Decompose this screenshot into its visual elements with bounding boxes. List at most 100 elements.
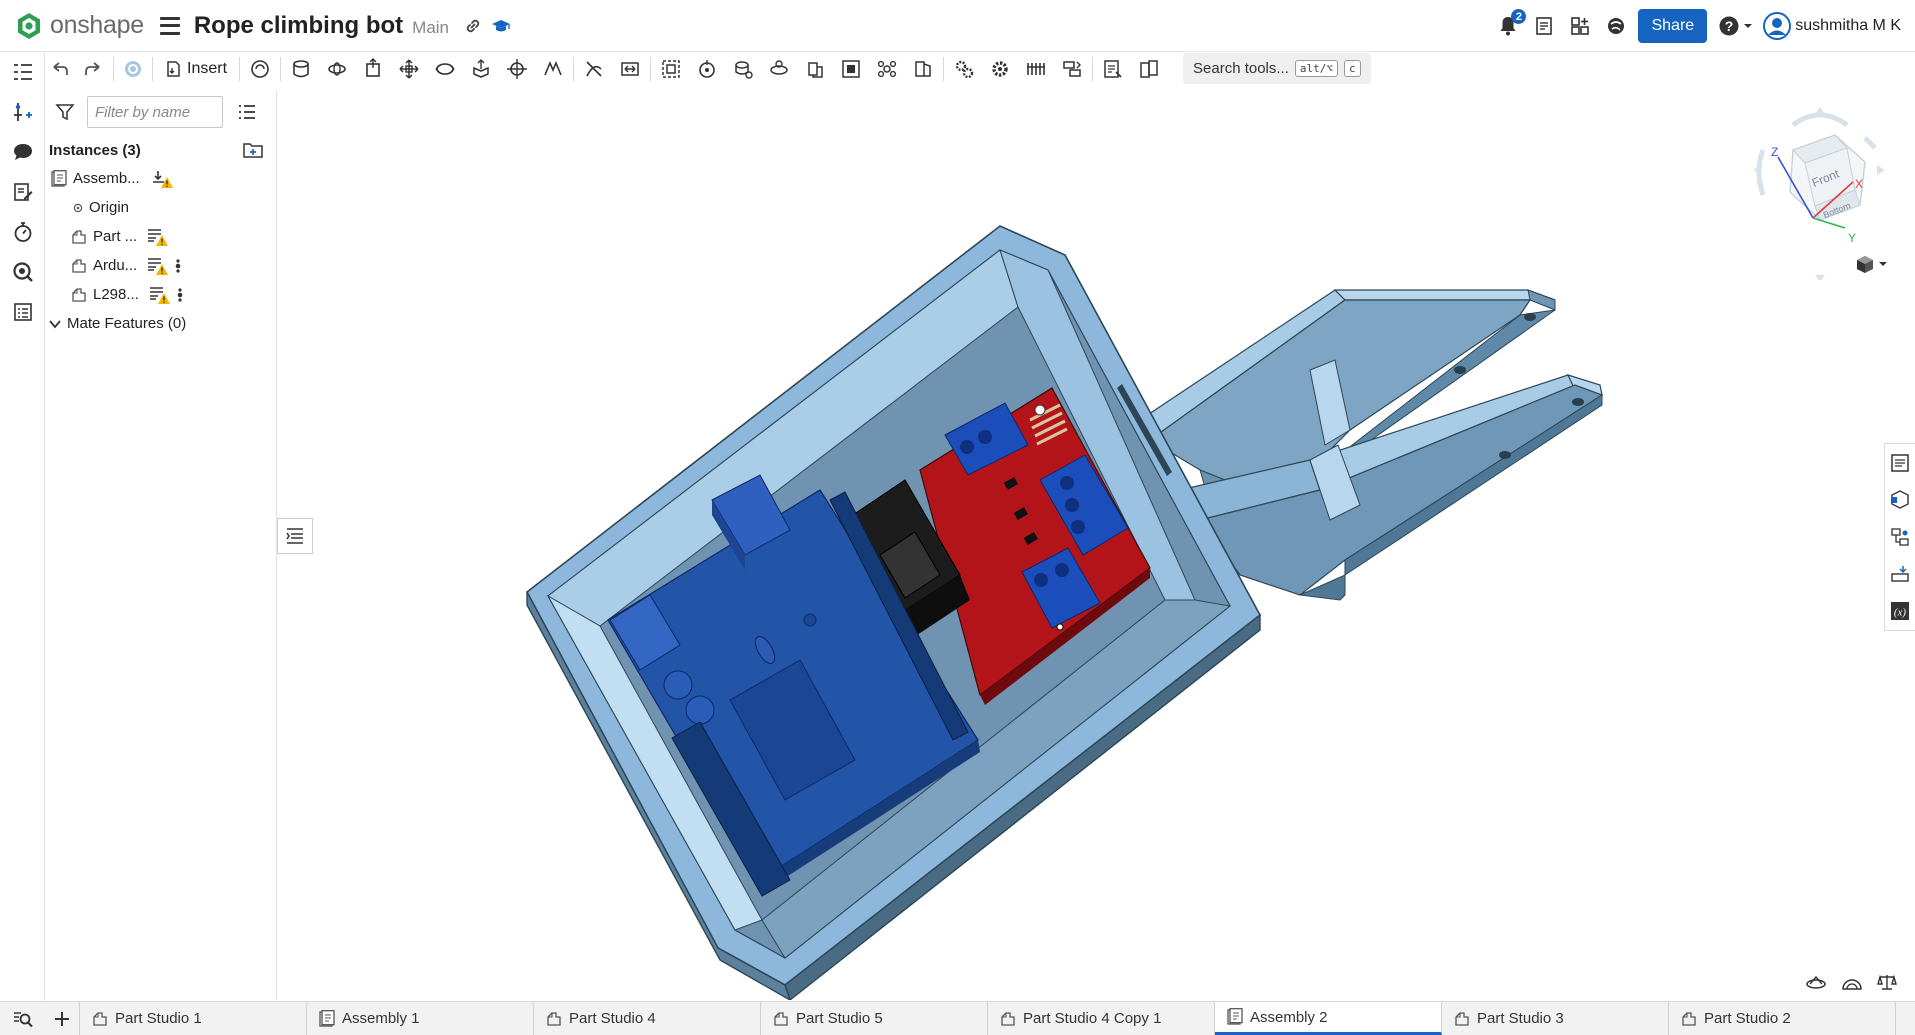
toolbar-divider xyxy=(113,56,114,81)
tab-part-studio-4-copy-1[interactable]: Part Studio 4 Copy 1 xyxy=(988,1002,1215,1035)
mate-connector-button[interactable] xyxy=(689,53,725,85)
help-menu-button[interactable]: ? xyxy=(1715,12,1755,40)
graphics-viewport[interactable]: Front Bottom Z X Y xyxy=(277,90,1915,1000)
insert-button[interactable]: Insert xyxy=(155,53,237,85)
properties-panel-button[interactable] xyxy=(0,292,45,332)
fastened-mate-button[interactable] xyxy=(283,53,319,85)
help-icon: ? xyxy=(1719,16,1739,36)
appearance-button[interactable] xyxy=(1885,481,1915,518)
fastened-mate-icon xyxy=(293,59,309,77)
instance-row-part[interactable]: Part ... xyxy=(45,222,276,251)
measure-tool-icon[interactable] xyxy=(1805,973,1827,991)
instance-row-origin[interactable]: Origin xyxy=(45,193,276,222)
slider-mate-button[interactable] xyxy=(355,53,391,85)
mate-tree-button[interactable] xyxy=(1885,518,1915,555)
inspection-button[interactable] xyxy=(0,252,45,292)
properties-button[interactable] xyxy=(1885,444,1915,481)
tab-search-button[interactable] xyxy=(0,1002,45,1035)
named-positions-button[interactable] xyxy=(905,53,941,85)
mass-properties-icon[interactable] xyxy=(1877,973,1897,991)
tab-part-studio-5[interactable]: Part Studio 5 xyxy=(761,1002,988,1035)
gear-button[interactable] xyxy=(982,53,1018,85)
bom-button[interactable] xyxy=(1095,53,1131,85)
insert-mates-button[interactable] xyxy=(0,92,45,132)
tab-part-studio-4[interactable]: Part Studio 4 xyxy=(534,1002,761,1035)
feature-list-button[interactable] xyxy=(0,52,45,92)
tab-part-studio-2[interactable]: Part Studio 2 xyxy=(1669,1002,1896,1035)
replicate-button[interactable] xyxy=(242,53,278,85)
revolute-mate-icon xyxy=(328,61,346,76)
width-mate-icon xyxy=(621,61,639,76)
search-tools-input[interactable]: Search tools... alt/⌥ c xyxy=(1183,53,1371,84)
document-title[interactable]: Rope climbing bot xyxy=(194,12,403,40)
onshape-logo[interactable]: onshape xyxy=(14,11,144,41)
linear-relation-icon xyxy=(842,59,860,78)
configuration-button[interactable] xyxy=(1131,53,1167,85)
animation-button[interactable] xyxy=(0,212,45,252)
inspect-icon xyxy=(12,262,33,282)
group-icon xyxy=(662,59,680,78)
replace-button[interactable] xyxy=(1054,53,1090,85)
planar-mate-button[interactable] xyxy=(391,53,427,85)
filter-icon[interactable] xyxy=(55,102,75,122)
instance-status xyxy=(147,227,169,247)
tab-part-studio-1[interactable]: Part Studio 1 xyxy=(80,1002,307,1035)
view-cube[interactable]: Front Bottom Z X Y xyxy=(1735,100,1905,280)
pin-slot-mate-button[interactable] xyxy=(463,53,499,85)
linear-relation-button[interactable] xyxy=(833,53,869,85)
gear-relation-button[interactable] xyxy=(725,53,761,85)
exploded-view-button[interactable] xyxy=(1885,555,1915,592)
axis-z-label: Z xyxy=(1771,145,1778,159)
tab-assembly-1[interactable]: Assembly 1 xyxy=(307,1002,534,1035)
learning-center-icon[interactable] xyxy=(1602,12,1630,40)
tab-assembly-2[interactable]: Assembly 2 xyxy=(1215,1002,1442,1035)
notification-count-badge: 2 xyxy=(1511,9,1527,24)
share-button[interactable]: Share xyxy=(1638,9,1708,43)
parallel-mate-button[interactable] xyxy=(535,53,571,85)
rack-pinion-button[interactable] xyxy=(761,53,797,85)
redo-button[interactable] xyxy=(75,53,111,85)
comments-button[interactable] xyxy=(0,132,45,172)
section-view-icon[interactable] xyxy=(1841,973,1863,991)
update-warning-icon xyxy=(149,286,170,304)
main-menu-button[interactable] xyxy=(159,16,180,35)
instance-row-arduino[interactable]: Ardu... xyxy=(45,251,276,280)
notifications-button[interactable]: 2 xyxy=(1494,9,1527,40)
link-icon[interactable] xyxy=(459,12,487,40)
tangent-mate-button[interactable] xyxy=(576,53,612,85)
branch-label[interactable]: Main xyxy=(412,18,449,38)
regenerate-button[interactable] xyxy=(116,53,150,85)
cylindrical-mate-button[interactable] xyxy=(427,53,463,85)
update-warning-icon xyxy=(148,257,169,275)
add-tab-button[interactable] xyxy=(45,1002,80,1035)
release-list-icon[interactable] xyxy=(1530,12,1558,40)
mate-features-group[interactable]: Mate Features (0) xyxy=(45,309,276,338)
versions-button[interactable] xyxy=(0,172,45,212)
part-studio-icon xyxy=(1682,1011,1696,1026)
revolute-mate-button[interactable] xyxy=(319,53,355,85)
instance-row-l298[interactable]: L298... xyxy=(45,280,276,309)
assembly-3d-model[interactable] xyxy=(277,90,1915,1000)
undo-button[interactable] xyxy=(45,53,75,85)
width-mate-button[interactable] xyxy=(612,53,648,85)
rack-button[interactable] xyxy=(1018,53,1054,85)
variables-button[interactable]: (x) xyxy=(1885,592,1915,629)
explode-button[interactable] xyxy=(869,53,905,85)
user-menu[interactable]: sushmitha M K xyxy=(1763,12,1901,40)
screw-relation-button[interactable] xyxy=(797,53,833,85)
mate-properties-button[interactable] xyxy=(946,53,982,85)
tab-part-studio-3[interactable]: Part Studio 3 xyxy=(1442,1002,1669,1035)
group-button[interactable] xyxy=(653,53,689,85)
instance-row-assembly[interactable]: Assemb... xyxy=(45,164,276,193)
filter-by-name-input[interactable] xyxy=(87,96,223,128)
list-view-icon xyxy=(239,105,255,119)
instance-list-panel: Instances (3) Assemb... Origin Part ... xyxy=(45,90,277,1000)
instance-panel-toggle[interactable] xyxy=(277,518,313,554)
create-folder-icon[interactable] xyxy=(242,141,264,159)
ball-mate-button[interactable] xyxy=(499,53,535,85)
view-options-menu[interactable] xyxy=(1855,254,1888,274)
list-view-button[interactable] xyxy=(237,103,257,121)
chevron-down-icon xyxy=(1743,24,1752,28)
app-store-icon[interactable] xyxy=(1566,12,1594,40)
education-cap-icon[interactable] xyxy=(487,12,515,40)
